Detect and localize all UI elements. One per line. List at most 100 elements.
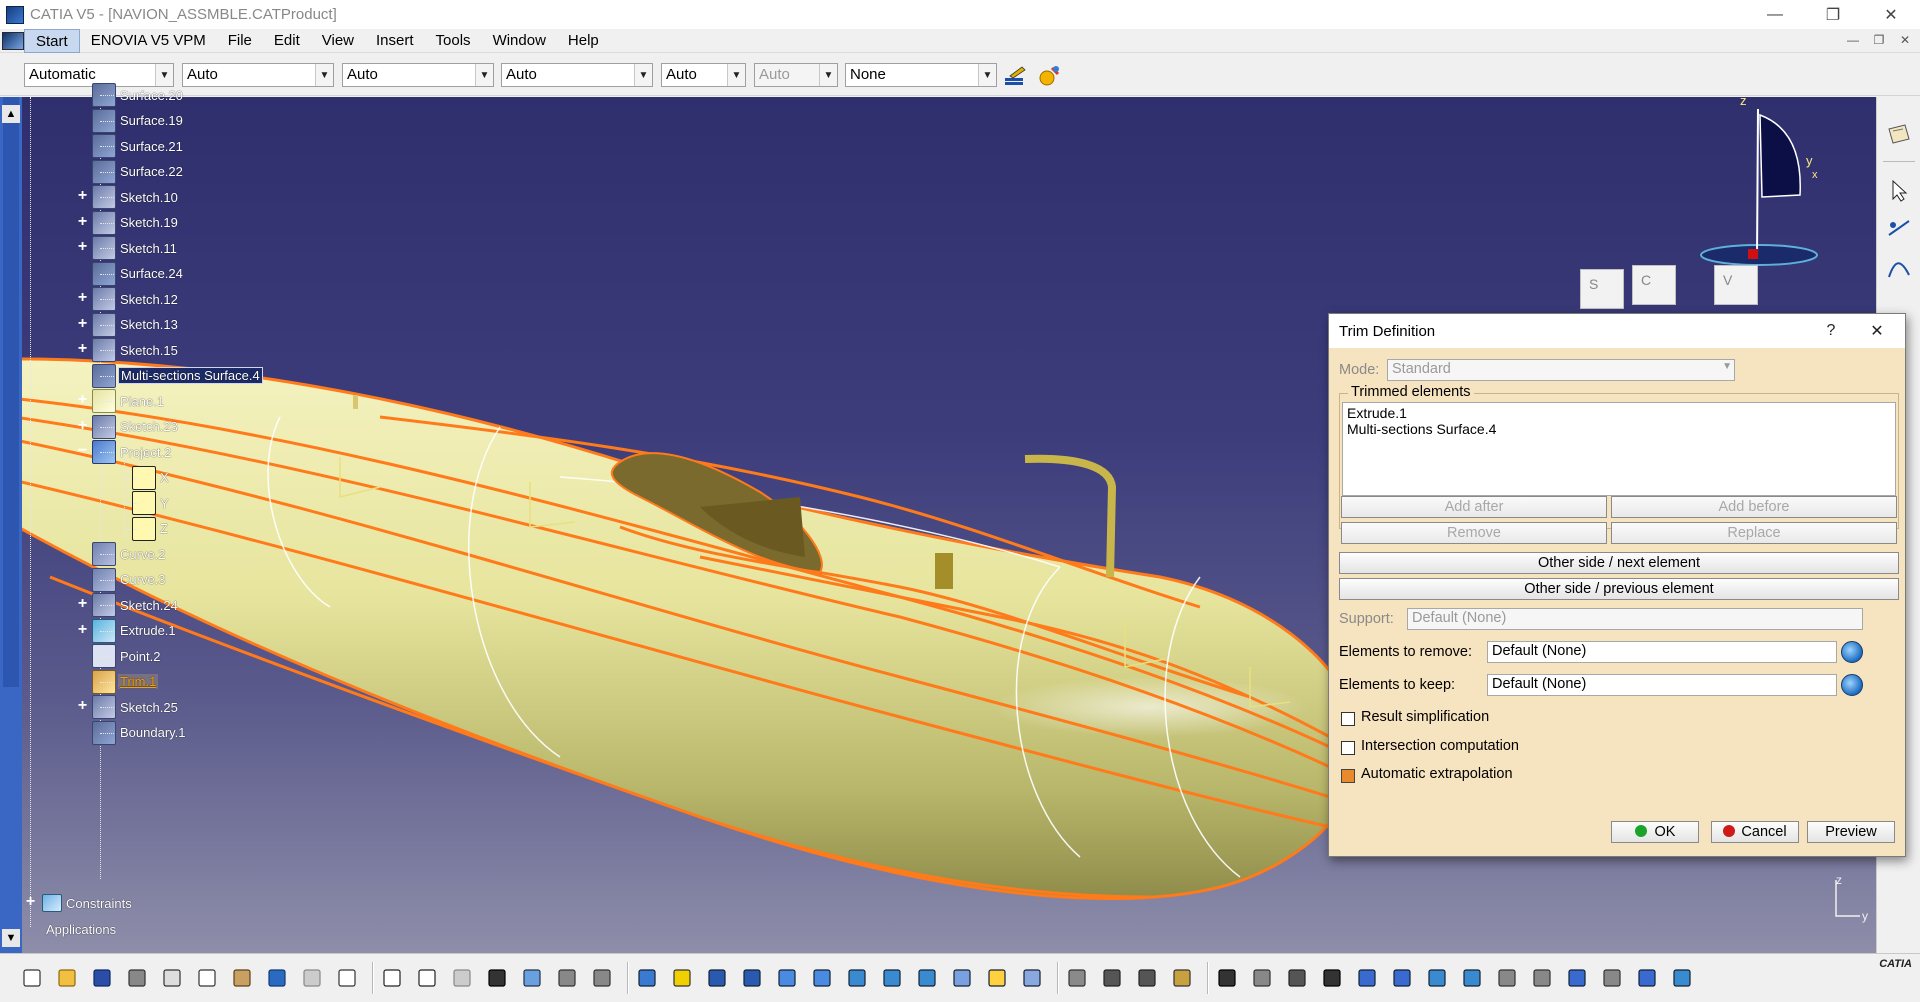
sketch-tools-icon[interactable]	[1495, 966, 1519, 990]
expand-icon[interactable]: +	[76, 213, 89, 229]
menu-view[interactable]: View	[311, 29, 365, 53]
zoom-out-icon[interactable]	[810, 966, 834, 990]
scroll-down-icon[interactable]: ▼	[2, 929, 20, 947]
other-side-previous-button[interactable]: Other side / previous element	[1339, 578, 1899, 600]
measure-between-icon[interactable]	[1100, 966, 1124, 990]
menu-help[interactable]: Help	[557, 29, 610, 53]
print-icon[interactable]	[125, 966, 149, 990]
measure-icon[interactable]	[450, 966, 474, 990]
shading-icon[interactable]	[950, 966, 974, 990]
close-icon[interactable]: ✕	[1855, 314, 1899, 348]
painter-icon[interactable]	[1002, 64, 1028, 88]
compass[interactable]: z y x S C V	[1580, 97, 1876, 309]
iso-view-icon[interactable]	[915, 966, 939, 990]
tree-node[interactable]: X	[108, 465, 171, 490]
undo-icon[interactable]	[265, 966, 289, 990]
spline-icon[interactable]	[1885, 255, 1913, 283]
hand-icon[interactable]	[1285, 966, 1309, 990]
redo-icon[interactable]	[300, 966, 324, 990]
help-button[interactable]: ?	[1809, 314, 1853, 348]
knowledge-icon[interactable]	[415, 966, 439, 990]
rotate-icon[interactable]	[740, 966, 764, 990]
view-button-s[interactable]: S	[1580, 269, 1624, 309]
line-type-combo[interactable]: Auto ▼	[501, 63, 653, 87]
fit-all-icon[interactable]	[670, 966, 694, 990]
tree-scrollbar[interactable]: ▲ ▼	[0, 97, 22, 953]
result-simplification-checkbox[interactable]	[1341, 712, 1355, 726]
chevron-down-icon[interactable]: ▼	[634, 64, 652, 86]
measure-item-icon[interactable]	[1135, 966, 1159, 990]
formula-icon[interactable]	[380, 966, 404, 990]
grid-icon[interactable]	[1355, 966, 1379, 990]
offset-icon[interactable]	[1530, 966, 1554, 990]
list-item[interactable]: Extrude.1	[1347, 405, 1891, 421]
elements-to-remove-list-icon[interactable]	[1841, 641, 1863, 663]
open-icon[interactable]	[55, 966, 79, 990]
material-icon[interactable]	[1670, 966, 1694, 990]
tree-node-constraints[interactable]: + Constraints	[24, 891, 134, 915]
elements-to-keep-list-icon[interactable]	[1841, 674, 1863, 696]
sync-icon[interactable]	[1250, 966, 1274, 990]
view-button-c[interactable]: C	[1632, 265, 1676, 305]
tree-node[interactable]: Z	[108, 516, 170, 541]
tree-node[interactable]: Multi-sections Surface.4	[92, 363, 263, 388]
select-icon[interactable]	[1885, 177, 1913, 205]
sketcher-icon[interactable]	[1885, 215, 1913, 243]
cylinder-icon[interactable]	[1425, 966, 1449, 990]
analysis-icon[interactable]	[1600, 966, 1624, 990]
expand-icon[interactable]: +	[76, 188, 89, 204]
layer-combo[interactable]: None ▼	[845, 63, 997, 87]
mdi-minimize-button[interactable]: —	[1842, 29, 1864, 51]
transparency-combo[interactable]: Auto ▼	[182, 63, 334, 87]
whats-this-icon[interactable]	[335, 966, 359, 990]
menu-tools[interactable]: Tools	[425, 29, 482, 53]
ok-button[interactable]: OK	[1611, 821, 1699, 843]
catalog-icon[interactable]	[555, 966, 579, 990]
restore-button[interactable]: ❐	[1804, 0, 1862, 29]
inertia-icon[interactable]	[1170, 966, 1194, 990]
hierarchy-icon[interactable]	[1565, 966, 1589, 990]
table-icon[interactable]	[485, 966, 509, 990]
collapse-icon[interactable]: −	[76, 443, 89, 459]
expand-icon[interactable]: +	[76, 315, 89, 331]
cube-icon[interactable]	[1460, 966, 1484, 990]
document-icon[interactable]	[2, 31, 24, 50]
mdi-close-button[interactable]: ✕	[1894, 29, 1916, 51]
copy-icon[interactable]	[195, 966, 219, 990]
elements-to-remove-field[interactable]: Default (None)	[1487, 641, 1837, 663]
axis-system-icon[interactable]	[1320, 966, 1344, 990]
scrollbar-thumb[interactable]	[3, 97, 19, 687]
graphic-properties-icon[interactable]	[1036, 64, 1062, 88]
swap-icon[interactable]	[1020, 966, 1044, 990]
menu-window[interactable]: Window	[482, 29, 557, 53]
elements-to-keep-field[interactable]: Default (None)	[1487, 674, 1837, 696]
tree-node-applications[interactable]: Applications	[44, 917, 118, 941]
expand-icon[interactable]: +	[76, 239, 89, 255]
workbench-icon[interactable]	[1885, 121, 1913, 149]
multi-view-icon[interactable]	[880, 966, 904, 990]
expand-icon[interactable]: +	[76, 596, 89, 612]
reorder-icon[interactable]	[590, 966, 614, 990]
tree-icon[interactable]	[520, 966, 544, 990]
expand-icon[interactable]: +	[76, 698, 89, 714]
other-side-next-button[interactable]: Other side / next element	[1339, 552, 1899, 574]
automatic-extrapolation-checkbox[interactable]	[1341, 769, 1355, 783]
normal-view-icon[interactable]	[845, 966, 869, 990]
pan-icon[interactable]	[705, 966, 729, 990]
cancel-button[interactable]: Cancel	[1711, 821, 1799, 843]
expand-icon[interactable]: +	[76, 290, 89, 306]
chevron-down-icon[interactable]: ▼	[978, 64, 996, 86]
stack-icon[interactable]	[1635, 966, 1659, 990]
hide-show-icon[interactable]	[985, 966, 1009, 990]
tree-node[interactable]: Y	[108, 491, 171, 515]
expand-icon[interactable]: +	[76, 417, 89, 433]
chevron-down-icon[interactable]: ▼	[727, 64, 745, 86]
fly-icon[interactable]	[635, 966, 659, 990]
menu-file[interactable]: File	[217, 29, 263, 53]
snap-icon[interactable]	[1390, 966, 1414, 990]
scroll-up-icon[interactable]: ▲	[2, 105, 20, 123]
list-item[interactable]: Multi-sections Surface.4	[1347, 421, 1891, 437]
point-type-combo[interactable]: Auto ▼	[661, 63, 746, 87]
new-icon[interactable]	[20, 966, 44, 990]
menu-insert[interactable]: Insert	[365, 29, 425, 53]
